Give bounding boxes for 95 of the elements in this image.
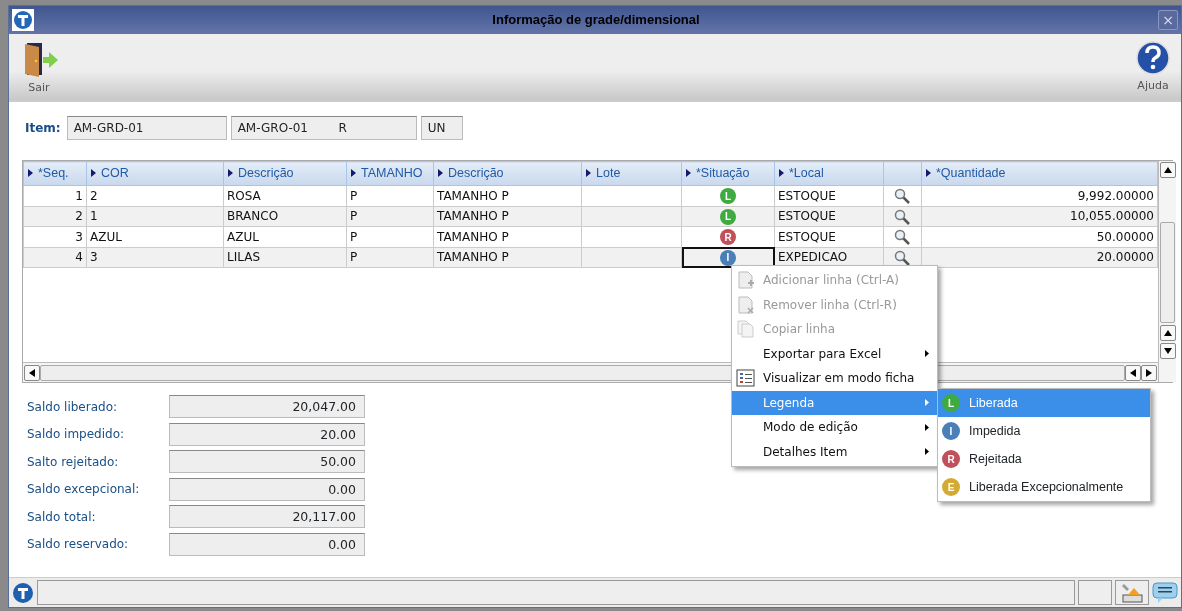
status-badge: R <box>942 450 960 468</box>
table-cell: 2 <box>75 209 83 224</box>
summary-label: Saldo excepcional: <box>27 481 141 498</box>
table-cell: 2 <box>90 188 98 203</box>
summary-label: Saldo reservado: <box>27 536 130 553</box>
table-cell: 20.00000 <box>1096 250 1154 265</box>
summary-label: Saldo total: <box>27 508 97 526</box>
search-icon[interactable] <box>894 249 911 266</box>
table-cell: ESTOQUE <box>778 188 836 203</box>
summary-label: Salto rejeitado: <box>27 453 120 471</box>
app-logo-icon <box>12 581 34 604</box>
column-header[interactable]: *Seq. <box>23 161 87 186</box>
submenu-arrow-icon <box>925 399 929 407</box>
scroll-down-icon[interactable] <box>1164 348 1172 354</box>
item-field: AM-GRO-01 R <box>230 116 417 140</box>
status-badge: E <box>942 478 960 496</box>
column-header[interactable]: TAMANHO <box>346 161 434 186</box>
table-cell: 4 <box>75 250 83 265</box>
table-cell: AZUL <box>90 229 122 244</box>
close-button[interactable]: × <box>1158 10 1178 30</box>
table-cell: TAMANHO P <box>437 188 509 203</box>
menu-item[interactable]: L Liberada <box>938 389 1150 417</box>
app-logo-icon <box>12 9 34 31</box>
scroll-up-icon[interactable] <box>1164 330 1172 336</box>
table-cell: ESTOQUE <box>778 209 836 224</box>
table-cell: ROSA <box>227 188 261 203</box>
table-cell: AZUL <box>227 229 259 244</box>
copy-document-icon <box>736 320 756 339</box>
table-cell: 9,992.00000 <box>1077 188 1154 203</box>
menu-item[interactable]: Detalhes Item <box>732 439 937 464</box>
status-badge: L <box>942 394 960 412</box>
vertical-scrollbar[interactable] <box>1158 161 1176 382</box>
table-cell: 3 <box>90 250 98 265</box>
column-header[interactable]: *Situação <box>681 161 775 186</box>
menu-item[interactable]: Exportar para Excel <box>732 341 937 366</box>
submenu-arrow-icon <box>925 448 929 456</box>
table-cell: 10,055.00000 <box>1070 209 1154 224</box>
column-header[interactable]: Lote <box>581 161 682 186</box>
exit-button[interactable]: Sair <box>19 40 59 100</box>
menu-item[interactable]: Modo de edição <box>732 415 937 440</box>
window-title: Informação de grade/dimensional <box>491 11 701 30</box>
column-header[interactable]: *Quantidade <box>921 161 1158 186</box>
search-icon[interactable] <box>894 229 911 246</box>
menu-item[interactable]: I Impedida <box>938 417 1150 445</box>
summary-field: 0.00 <box>169 477 365 501</box>
scroll-left-icon[interactable] <box>29 368 35 377</box>
column-header[interactable]: *Local <box>774 161 884 186</box>
table-cell: BRANCO <box>227 209 279 224</box>
menu-item[interactable]: Visualizar em modo ficha <box>732 366 937 391</box>
status-badge: I <box>720 249 736 266</box>
scroll-right-icon[interactable] <box>1146 368 1152 377</box>
table-cell: LILAS <box>227 250 260 265</box>
table-cell: 1 <box>90 209 98 224</box>
summary-field: 50.00 <box>169 450 365 473</box>
item-label: Item: <box>25 120 61 137</box>
table-cell: 3 <box>75 229 83 244</box>
summary-label: Saldo liberado: <box>27 398 119 416</box>
menu-item[interactable]: R Rejeitada <box>938 445 1150 473</box>
search-icon[interactable] <box>894 188 911 205</box>
scroll-left-icon[interactable] <box>1130 368 1136 377</box>
remove-document-icon <box>736 295 756 314</box>
menu-item[interactable]: E Liberada Excepcionalmente <box>938 473 1150 501</box>
table-cell: EXPEDICAO <box>778 250 848 265</box>
summary-field: 20,117.00 <box>169 505 365 528</box>
table-cell: 1 <box>75 188 83 203</box>
table-cell: P <box>350 209 358 224</box>
summary-field: 20.00 <box>169 422 365 446</box>
column-header[interactable]: COR <box>86 161 224 186</box>
table-cell: 50.00000 <box>1096 229 1154 244</box>
status-badge: L <box>720 208 736 225</box>
form-list-icon <box>736 369 756 388</box>
column-header[interactable]: Descrição <box>223 161 347 186</box>
summary-field: 20,047.00 <box>169 395 365 418</box>
item-field: AM-GRD-01 <box>66 116 227 140</box>
chat-icon[interactable] <box>1152 581 1178 604</box>
add-document-icon <box>736 271 756 290</box>
item-field: UN <box>420 116 463 140</box>
table-cell: TAMANHO P <box>437 250 509 265</box>
menu-item[interactable]: Legenda <box>732 390 937 415</box>
table-cell: TAMANHO P <box>437 209 509 224</box>
search-icon[interactable] <box>894 208 911 225</box>
status-badge: R <box>720 229 736 246</box>
submenu-arrow-icon <box>925 423 929 431</box>
scroll-up-icon[interactable] <box>1164 167 1172 173</box>
status-badge: L <box>720 188 736 205</box>
submenu-arrow-icon <box>925 350 929 358</box>
summary-label: Saldo impedido: <box>27 426 126 443</box>
summary-field: 0.00 <box>169 532 365 556</box>
table-cell: P <box>350 250 358 265</box>
status-badge: I <box>942 422 960 440</box>
column-header[interactable]: Descrição <box>433 161 582 186</box>
table-cell: ESTOQUE <box>778 229 836 244</box>
table-cell: P <box>350 188 358 203</box>
table-cell: TAMANHO P <box>437 229 509 244</box>
table-cell: P <box>350 229 358 244</box>
